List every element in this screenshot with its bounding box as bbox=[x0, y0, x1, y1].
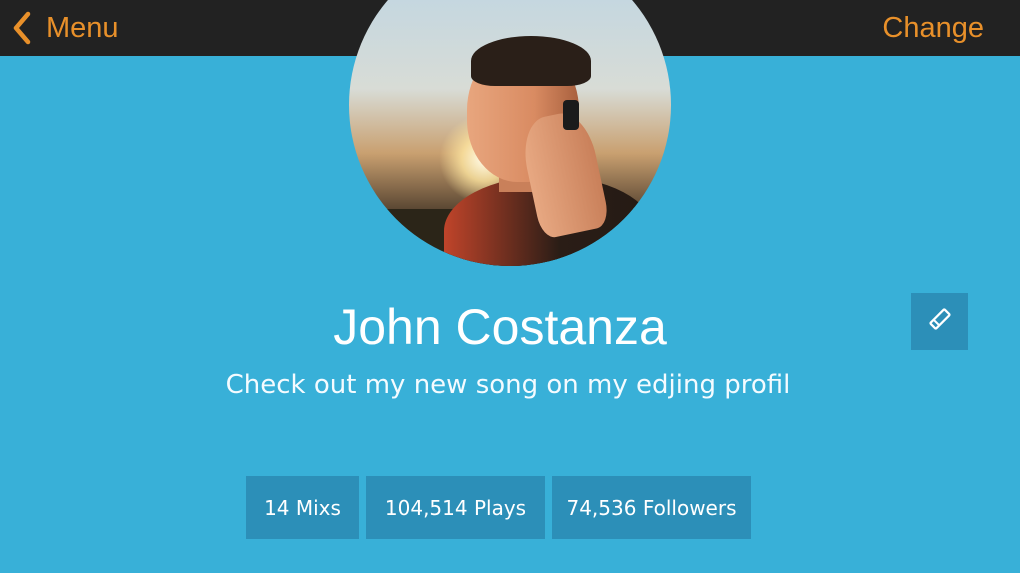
profile-name: John Costanza bbox=[333, 299, 667, 355]
plays-stat[interactable]: 104,514 Plays bbox=[366, 476, 545, 539]
profile-stats: 14 Mixs 104,514 Plays 74,536 Followers bbox=[246, 476, 751, 539]
pencil-icon bbox=[927, 306, 953, 337]
followers-stat[interactable]: 74,536 Followers bbox=[552, 476, 751, 539]
profile-status: Check out my new song on my edjing profi… bbox=[225, 370, 791, 400]
menu-label: Menu bbox=[46, 11, 119, 44]
menu-back-button[interactable]: Menu bbox=[12, 6, 119, 50]
edit-profile-button[interactable] bbox=[911, 293, 968, 350]
change-button[interactable]: Change bbox=[882, 6, 984, 50]
mixes-stat[interactable]: 14 Mixs bbox=[246, 476, 359, 539]
chevron-left-icon bbox=[12, 11, 32, 45]
avatar[interactable] bbox=[349, 0, 671, 266]
